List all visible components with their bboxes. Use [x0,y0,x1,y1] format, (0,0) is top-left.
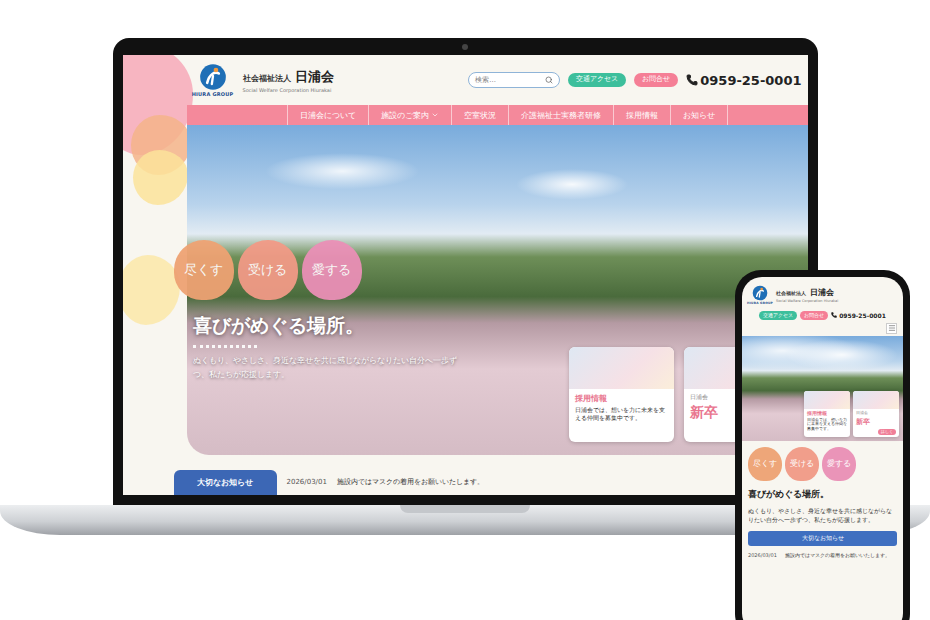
hero-text: 喜びがめぐる場所。ぬくもり、やさしさ、身近な幸せを共に感じながらなりたい自分へ一… [193,313,463,381]
nav-item[interactable]: お知らせ [670,105,728,125]
recruit-card[interactable]: 採用情報日浦会では、想いを力に未来を支える仲間を募集中です。 [569,347,674,442]
value-circle: 愛する [302,240,362,300]
laptop: HIURA GROUP 社会福祉法人日浦会Social Welfare Corpo… [113,38,818,505]
camera [462,44,468,50]
notice-item[interactable]: 2026/03/01施設内ではマスクの着用をお願いいたします。 [277,470,484,495]
hero-title: 喜びがめぐる場所。 [748,489,897,501]
value-circles: 尽くす受ける愛する [748,447,897,481]
mobile-header-buttons: 交通アクセスお問合せ0959-25-0001 [748,311,897,320]
site-name: 社会福祉法人日浦会Social Welfare Corporation Hiur… [776,287,838,303]
header-button[interactable]: 交通アクセス [568,73,626,86]
notice-label[interactable]: 大切なお知らせ [748,531,897,546]
card-button[interactable]: 詳しく [878,429,896,435]
search-field[interactable]: 検索... [468,72,560,88]
laptop-notch [400,505,530,513]
value-circle: 受ける [238,240,298,300]
logo[interactable]: HIURA GROUP [191,63,235,97]
menu-button[interactable] [886,323,897,334]
card-text: 日浦会では、想いを力に未来を支える仲間を募集中です。 [807,418,847,433]
phone-screen: HIURA GROUP社会福祉法人日浦会Social Welfare Corpo… [742,277,903,620]
laptop-screen: HIURA GROUP 社会福祉法人日浦会Social Welfare Corpo… [123,55,808,495]
value-circle: 愛する [822,447,856,481]
card-photo [853,391,899,409]
nav-item[interactable]: 施設のご案内 [368,105,451,125]
card-title: 採用情報 [807,411,827,416]
card-text: 日浦会では、想いを力に未来を支える仲間を募集中です。 [575,406,668,423]
phone-icon [686,74,698,86]
mobile-header: HIURA GROUP社会福祉法人日浦会Social Welfare Corpo… [748,285,897,305]
card-label: 日浦会 [690,393,708,402]
hero-photo: 採用情報日浦会では、想いを力に未来を支える仲間を募集中です。日浦会新卒詳しく [742,336,903,441]
notice-label: 大切なお知らせ [174,470,277,495]
logo[interactable]: HIURA GROUP [748,285,772,305]
recruit-cards: 採用情報日浦会では、想いを力に未来を支える仲間を募集中です。日浦会新卒詳しく [804,391,899,437]
menu-icon [888,324,896,332]
site-name: 社会福祉法人日浦会Social Welfare Corporation Hiur… [243,68,334,93]
decor-blob [123,255,180,325]
hero-subtitle: ぬくもり、やさしさ、身近な幸せを共に感じながらなりたい自分へ一歩ずつ、私たちが応… [748,507,897,526]
hero-title: 喜びがめぐる場所。 [193,313,463,339]
card-title: 採用情報 [575,393,607,404]
nav-item[interactable]: 採用情報 [613,105,670,125]
search-icon [545,76,553,84]
nav-item[interactable]: 空室状況 [451,105,508,125]
logo-icon [199,63,227,91]
card-photo [569,347,674,389]
hero-photo: 尽くす受ける愛する喜びがめぐる場所。ぬくもり、やさしさ、身近な幸せを共に感じなが… [187,125,808,455]
recruit-card[interactable]: 採用情報日浦会では、想いを力に未来を支える仲間を募集中です。 [804,391,850,437]
site-header: HIURA GROUP 社会福祉法人日浦会Social Welfare Corpo… [123,55,808,105]
header-button[interactable]: 交通アクセス [759,311,797,320]
nav-item[interactable]: 介護福祉士実務者研修 [508,105,613,125]
chevron-down-icon [431,111,439,119]
notice-bar: 大切なお知らせ2026/03/01施設内ではマスクの着用をお願いいたします。 [174,470,808,495]
recruit-card[interactable]: 日浦会新卒詳しく [853,391,899,437]
nav-item[interactable]: 日浦会について [287,105,368,125]
card-title: 新卒 [690,404,718,422]
card-label: 日浦会 [856,411,868,415]
main-nav: 日浦会について施設のご案内空室状況介護福祉士実務者研修採用情報お知らせ [187,105,808,125]
value-circles: 尽くす受ける愛する [174,240,362,300]
card-photo [804,391,850,409]
phone-icon [831,312,837,318]
value-circle: 受ける [785,447,819,481]
logo-icon [752,285,768,301]
header-button[interactable]: お問合せ [800,311,828,320]
phone: HIURA GROUP社会福祉法人日浦会Social Welfare Corpo… [735,270,910,620]
value-circle: 尽くす [748,447,782,481]
decor-blob [133,150,188,205]
dots-divider [193,345,257,348]
header-button[interactable]: お問合せ [634,73,678,86]
phone-number[interactable]: 0959-25-0001 [831,312,886,319]
card-title: 新卒 [856,417,870,427]
hero-subtitle: ぬくもり、やさしさ、身近な幸せを共に感じながらなりたい自分へ一歩ずつ、私たちが応… [193,354,463,381]
notice-item[interactable]: 2026/03/01施設内ではマスクの着用をお願いいたします。 [748,552,897,560]
mockup: HIURA GROUP社会福祉法人日浦会Social Welfare Corpo… [0,0,930,620]
phone-number[interactable]: 0959-25-0001 [686,73,801,88]
value-circle: 尽くす [174,240,234,300]
